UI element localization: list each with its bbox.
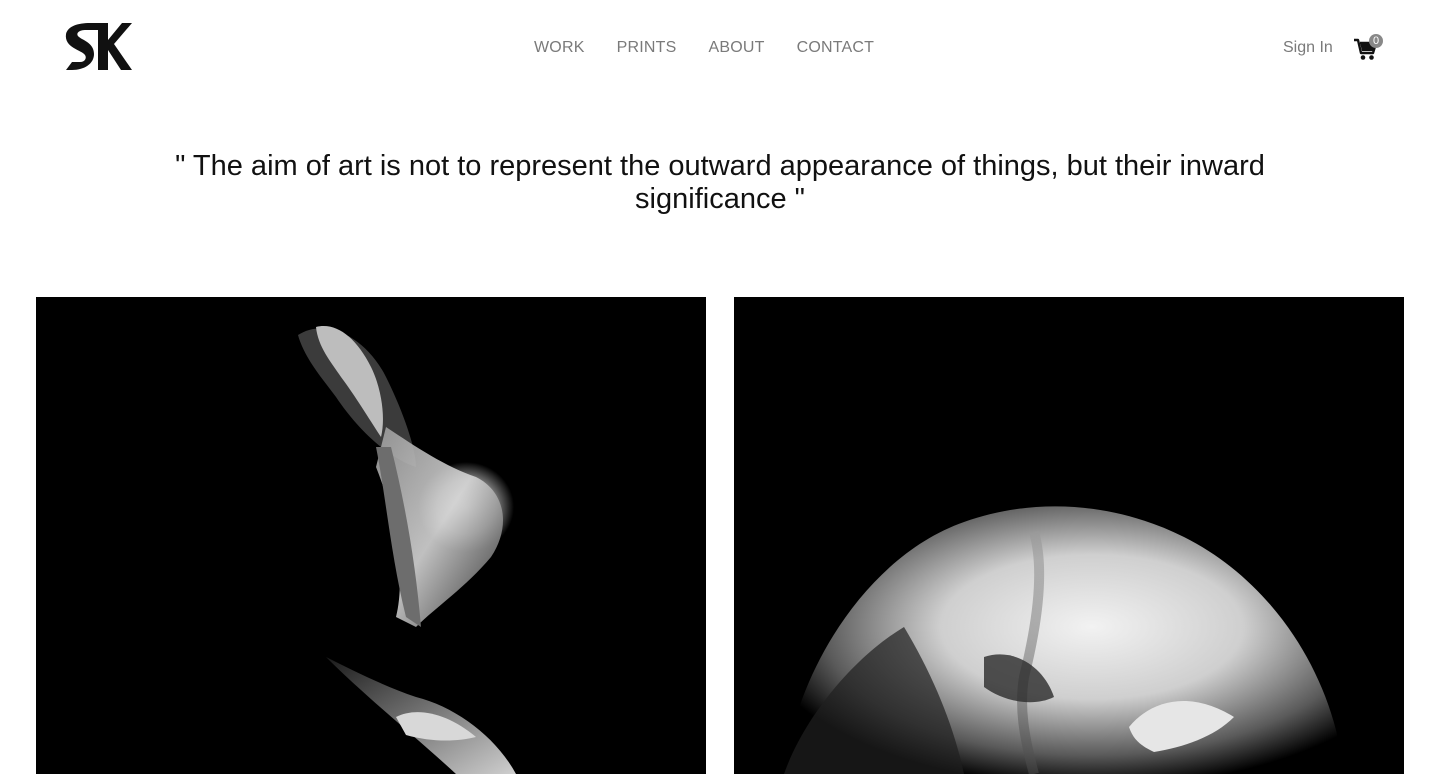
nav-prints[interactable]: PRINTS — [617, 38, 677, 58]
hero-quote: " The aim of art is not to represent the… — [175, 150, 1265, 215]
nav-work[interactable]: WORK — [534, 38, 585, 58]
site-header: WORK PRINTS ABOUT CONTACT Sign In 0 — [0, 0, 1440, 96]
nav-about[interactable]: ABOUT — [708, 38, 764, 58]
main-nav: WORK PRINTS ABOUT CONTACT — [534, 38, 874, 58]
sk-logo-icon[interactable] — [64, 20, 134, 74]
cart-count-badge: 0 — [1369, 34, 1383, 48]
sign-in-link[interactable]: Sign In — [1283, 38, 1333, 58]
nav-contact[interactable]: CONTACT — [797, 38, 875, 58]
gallery-photo-1[interactable] — [36, 297, 706, 774]
cart-button[interactable]: 0 — [1353, 34, 1383, 62]
gallery-photo-2[interactable] — [734, 297, 1404, 774]
